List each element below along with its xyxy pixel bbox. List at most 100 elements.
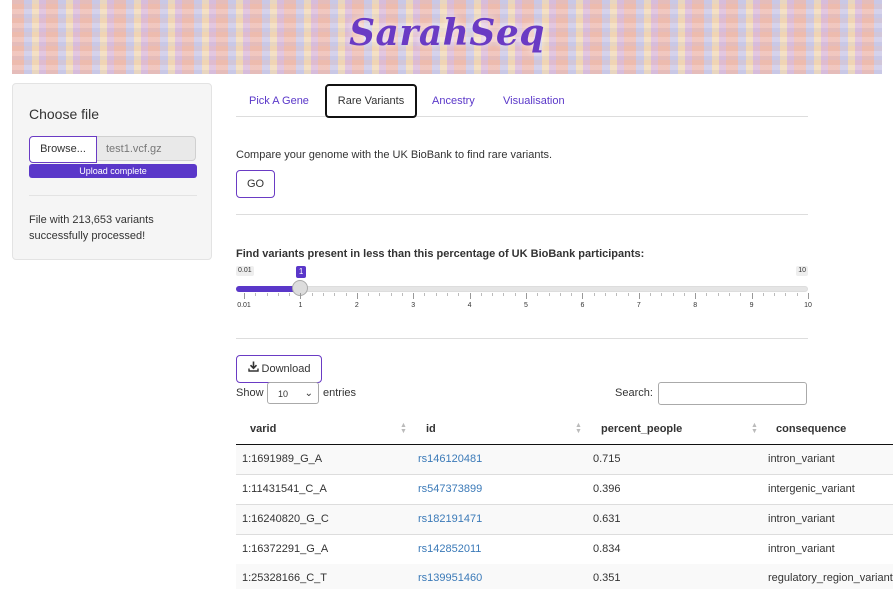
slider-tick-major [244,293,245,299]
choose-file-label: Choose file [29,106,100,122]
cell-id-link[interactable]: rs182191471 [418,505,482,534]
slider-tick-minor [548,293,550,296]
cell-percent: 0.631 [593,513,621,525]
slider-tick-label: 0.01 [237,302,251,309]
chevron-down-icon: ⌄ [304,388,313,399]
cell-consequence: intergenic_variant [768,483,855,495]
sort-icon[interactable]: ▲ ▼ [400,422,407,435]
slider-tick-minor [785,293,787,296]
entries-select[interactable]: 10 ⌄ [267,382,319,404]
cell-percent: 0.715 [593,453,621,465]
slider-tick-major [526,293,527,299]
tab-bar: Pick A Gene Rare Variants Ancestry Visua… [236,84,808,118]
slider-tick-major [638,293,640,299]
slider-track[interactable] [236,286,808,292]
percentage-slider[interactable]: 0.01 10 1 0.01 1 2 3 4 5 6 7 8 9 10 [236,266,812,316]
slider-tick-minor [458,293,460,296]
sidebar-panel: Choose file Browse... test1.vcf.gz Uploa… [12,83,212,260]
cell-id-link[interactable]: rs142852011 [418,535,481,564]
rare-variants-intro: Compare your genome with the UK BioBank … [236,149,553,161]
column-header-consequence[interactable]: consequence [776,415,846,444]
processed-line-2: successfully processed! [29,230,146,242]
divider [29,195,197,196]
slider-tick-minor [379,293,381,296]
slider-tick-minor [390,293,392,296]
slider-tick-minor [717,293,719,296]
slider-tick-major [695,293,697,299]
slider-tick-minor [616,293,618,296]
cell-id-link[interactable]: rs146120481 [418,445,482,474]
slider-min-badge: 0.01 [236,266,254,276]
table-header: varid ▲ ▼ id ▲ ▼ percent_people ▲ ▼ consequ… [236,415,893,445]
tab-rare-variants[interactable]: Rare Variants [325,84,417,118]
slider-tick-minor [774,293,776,296]
slider-tick-minor [796,293,798,296]
slider-max-badge: 10 [796,266,808,276]
slider-tick-minor [706,293,708,296]
slider-tick-minor [593,293,595,296]
sort-icon[interactable]: ▲ ▼ [575,422,582,435]
slider-tick-minor [661,293,663,296]
app-title: SarahSeq [349,12,545,54]
entries-label: entries [323,387,357,399]
download-icon [247,356,259,382]
tab-visualisation[interactable]: Visualisation [503,86,565,116]
slider-tick-minor [480,293,482,296]
search-label: Search: [615,387,653,399]
file-input[interactable]: Browse... test1.vcf.gz [29,136,197,163]
slider-tick-minor [571,293,573,296]
sort-icon[interactable]: ▲ ▼ [751,422,758,435]
processed-line-1: File with 213,653 variants [29,214,154,226]
go-button[interactable]: GO [236,170,275,198]
download-button[interactable]: Download [236,355,322,383]
slider-tick-major [751,293,753,299]
tab-ancestry[interactable]: Ancestry [432,86,475,116]
cell-id-link[interactable]: rs547373899 [418,475,482,504]
file-name-field[interactable]: test1.vcf.gz [97,136,196,161]
column-header-id[interactable]: id [426,415,436,444]
slider-tick-label: 8 [693,302,698,309]
slider-tick-minor [447,293,449,296]
slider-tick-major [808,293,809,299]
slider-tick-minor [604,293,606,296]
cell-varid: 1:11431541_C_A [242,483,327,495]
download-label: Download [261,363,311,375]
slider-tick-minor [537,293,539,296]
divider [236,214,808,215]
show-label: Show [236,387,264,399]
table-row: 1:16372291_G_A rs142852011 0.834 intron_… [236,535,893,565]
slider-tick-minor [255,293,257,296]
slider-tick-label: 7 [636,302,641,309]
slider-tick-minor [345,293,347,296]
slider-tick-label: 5 [524,302,528,309]
cell-varid: 1:16372291_G_A [242,543,329,555]
processed-message: File with 213,653 variants successfully … [29,212,199,244]
slider-tick-label: 3 [411,302,416,309]
cell-varid: 1:16240820_G_C [242,513,329,525]
slider-tick-minor [650,293,652,296]
slider-tick-major [300,293,302,299]
table-row: 1:1691989_G_A rs146120481 0.715 intron_v… [236,445,893,475]
slider-tick-label: 1 [298,302,303,309]
slider-tick-minor [762,293,764,296]
slider-tick-minor [424,293,426,296]
divider [236,338,808,339]
slider-tick-label: 6 [580,302,585,309]
slider-tick-major [356,293,358,299]
slider-tick-major [582,293,584,299]
browse-button[interactable]: Browse... [29,136,97,163]
slider-tick-minor [627,293,629,296]
slider-ticks: 0.01 1 2 3 4 5 6 7 8 9 10 [236,293,812,313]
search-input[interactable] [658,382,807,405]
slider-tick-major [413,293,415,299]
slider-tick-major [469,293,471,299]
cell-percent: 0.834 [593,543,621,555]
header-banner: SarahSeq [12,0,882,74]
slider-tick-minor [492,293,494,296]
column-header-varid[interactable]: varid [250,415,276,444]
column-header-percent-people[interactable]: percent_people [601,415,682,444]
upload-progress-bar: Upload complete [29,164,197,178]
table-row: 1:16240820_G_C rs182191471 0.631 intron_… [236,505,893,535]
slider-tick-label: 9 [749,302,754,309]
tab-pick-a-gene[interactable]: Pick A Gene [249,86,309,116]
